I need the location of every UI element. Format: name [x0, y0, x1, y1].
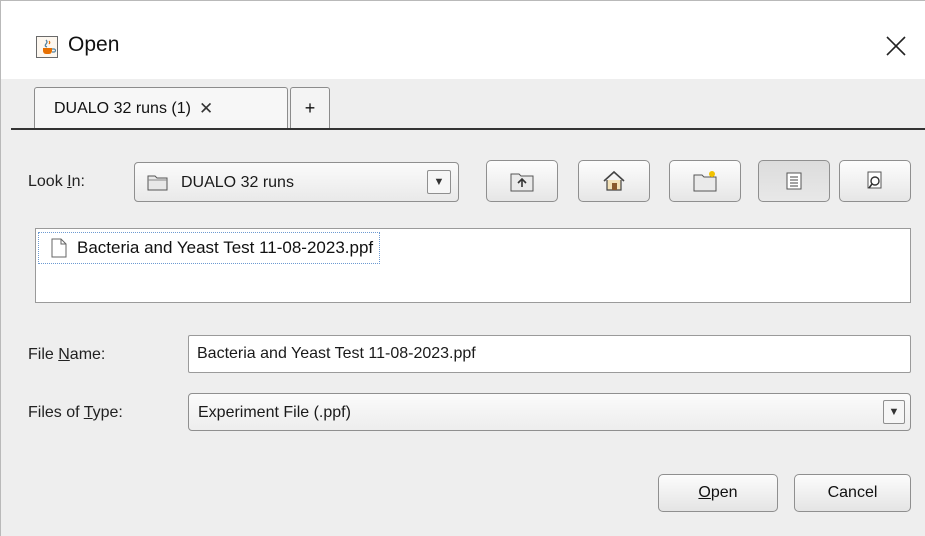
list-view-icon [786, 172, 802, 190]
title-bar: Open [1, 1, 925, 79]
new-folder-button[interactable] [669, 160, 741, 202]
file-icon [51, 238, 67, 258]
look-in-label: Look In: [28, 173, 85, 190]
tab-close-icon[interactable]: ✕ [199, 99, 213, 119]
up-one-level-button[interactable] [486, 160, 558, 202]
home-icon [603, 170, 625, 191]
up-folder-icon [510, 173, 534, 192]
file-name-text: Bacteria and Yeast Test 11-08-2023.ppf [77, 238, 374, 257]
details-view-icon [867, 171, 882, 189]
file-list[interactable]: Bacteria and Yeast Test 11-08-2023.ppf [35, 228, 911, 303]
tab-divider [11, 128, 925, 130]
open-button[interactable]: Open [658, 474, 778, 512]
close-icon [886, 36, 906, 56]
window-title: Open [68, 33, 120, 56]
add-tab-button[interactable]: + [290, 87, 330, 129]
home-button[interactable] [578, 160, 650, 202]
tab-label: DUALO 32 runs (1) [54, 99, 191, 117]
chevron-down-icon[interactable]: ▼ [883, 400, 905, 424]
close-button[interactable] [881, 31, 911, 61]
look-in-value: DUALO 32 runs [181, 174, 294, 191]
file-name-input[interactable]: Bacteria and Yeast Test 11-08-2023.ppf [188, 335, 911, 373]
details-view-button[interactable] [839, 160, 911, 202]
open-dialog: Open DUALO 32 runs (1) ✕ + Look In: DUAL… [0, 0, 925, 536]
list-item[interactable]: Bacteria and Yeast Test 11-08-2023.ppf [38, 232, 381, 264]
file-type-value: Experiment File (.ppf) [198, 404, 351, 421]
file-type-select[interactable]: Experiment File (.ppf) ▼ [188, 393, 911, 431]
list-view-button[interactable] [758, 160, 830, 202]
folder-icon [147, 175, 168, 191]
java-cup-icon [36, 36, 58, 58]
tab-dualo-32-runs[interactable]: DUALO 32 runs (1) ✕ [34, 87, 288, 129]
look-in-combo[interactable]: DUALO 32 runs ▼ [134, 162, 459, 202]
file-name-label: File Name: [28, 346, 106, 363]
new-folder-icon [693, 171, 717, 192]
cancel-button[interactable]: Cancel [794, 474, 911, 512]
chevron-down-icon[interactable]: ▼ [427, 170, 451, 194]
file-type-label: Files of Type: [28, 404, 123, 421]
